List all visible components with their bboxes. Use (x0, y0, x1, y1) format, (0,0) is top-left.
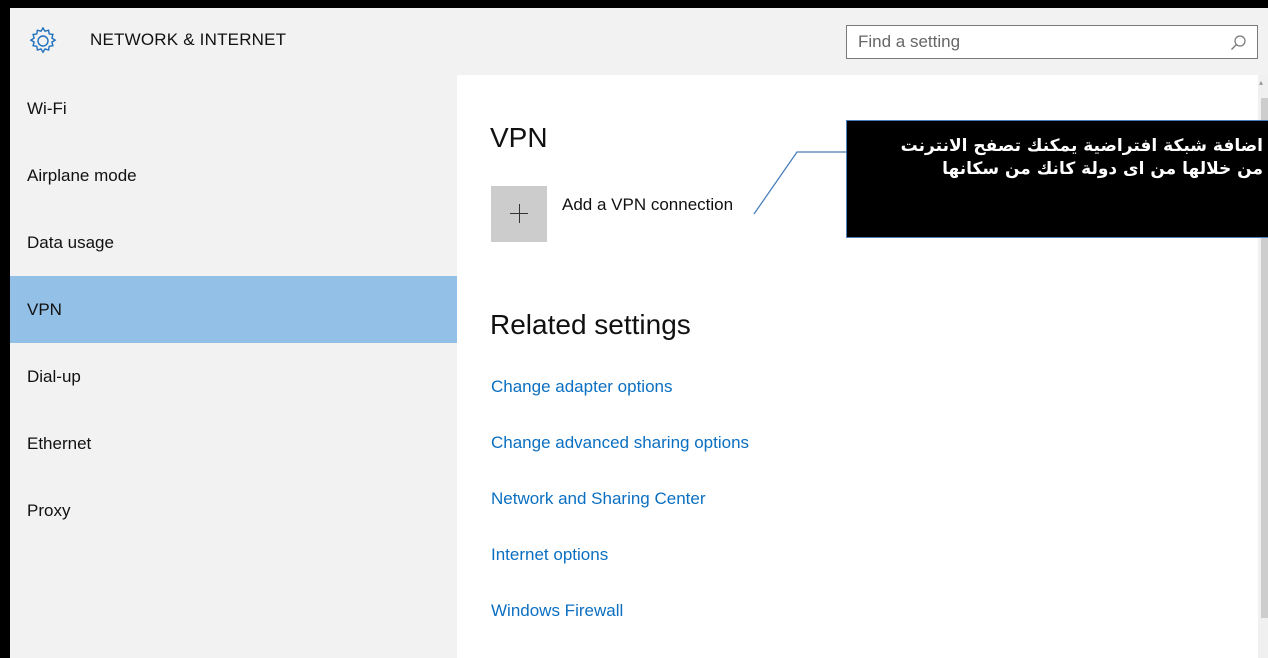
app-title: NETWORK & INTERNET (90, 30, 287, 49)
link-change-adapter-options[interactable]: Change adapter options (491, 377, 672, 397)
sidebar-item-airplane-mode[interactable]: Airplane mode (10, 142, 457, 209)
sidebar-item-label: Data usage (27, 233, 114, 252)
callout-line-1: اضافة شبكة افتراضية يمكنك تصفح الانترنت (900, 136, 1263, 156)
search-icon[interactable] (1230, 34, 1247, 51)
callout-line-2: من خلالها من اى دولة كانك من سكانها (942, 159, 1263, 179)
link-windows-firewall[interactable]: Windows Firewall (491, 601, 623, 621)
link-network-sharing-center[interactable]: Network and Sharing Center (491, 489, 706, 509)
callout-text: اضافة شبكة افتراضية يمكنك تصفح الانترنت … (847, 135, 1263, 181)
sidebar-item-ethernet[interactable]: Ethernet (10, 410, 457, 477)
add-vpn-label[interactable]: Add a VPN connection (562, 195, 733, 215)
annotation-callout: اضافة شبكة افتراضية يمكنك تصفح الانترنت … (846, 120, 1268, 238)
sidebar-item-proxy[interactable]: Proxy (10, 477, 457, 544)
sidebar-item-wifi[interactable]: Wi-Fi (10, 75, 457, 142)
link-change-advanced-sharing[interactable]: Change advanced sharing options (491, 433, 749, 453)
sidebar-item-label: Dial-up (27, 367, 81, 386)
sidebar-item-label: Airplane mode (27, 166, 137, 185)
sidebar-item-label: Wi-Fi (27, 99, 67, 118)
search-box[interactable] (846, 25, 1258, 59)
search-input[interactable] (847, 26, 1228, 58)
sidebar-item-label: Proxy (27, 501, 71, 520)
settings-window: NETWORK & INTERNET Wi-Fi Airplane mode D… (10, 8, 1268, 658)
add-vpn-button[interactable] (491, 186, 547, 242)
gear-icon (29, 26, 57, 54)
sidebar-item-label: VPN (27, 300, 62, 319)
related-settings-heading: Related settings (490, 309, 691, 340)
sidebar-item-vpn[interactable]: VPN (10, 276, 457, 343)
header-bar: NETWORK & INTERNET (10, 8, 1268, 75)
link-internet-options[interactable]: Internet options (491, 545, 608, 565)
sidebar-item-dial-up[interactable]: Dial-up (10, 343, 457, 410)
sidebar: Wi-Fi Airplane mode Data usage VPN Dial-… (10, 75, 457, 658)
page-title: VPN (490, 122, 548, 153)
sidebar-item-data-usage[interactable]: Data usage (10, 209, 457, 276)
scroll-up-arrow-icon[interactable]: ▴ (1259, 79, 1267, 87)
sidebar-item-label: Ethernet (27, 434, 92, 453)
